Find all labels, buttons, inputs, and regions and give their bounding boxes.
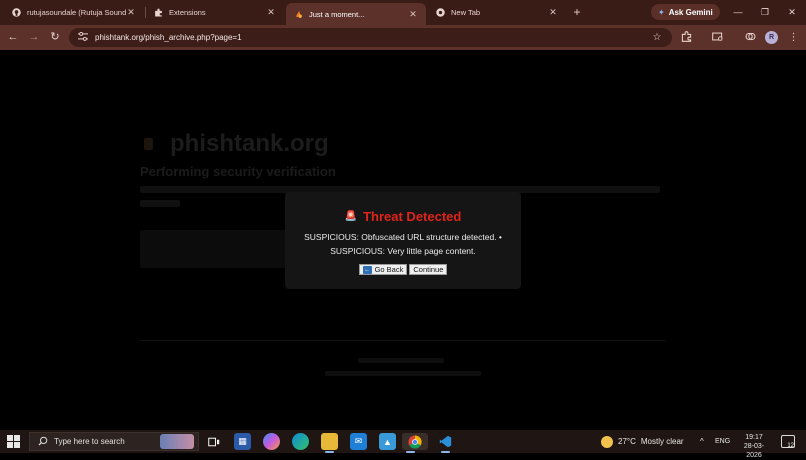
copilot-icon[interactable] (263, 433, 280, 450)
edge-icon[interactable] (292, 433, 309, 450)
dialog-title: 🚨 Threat Detected (285, 209, 521, 224)
forward-button[interactable]: → (27, 30, 41, 44)
background-challenge-box (140, 230, 290, 268)
taskbar-search-box[interactable]: Type here to search (29, 432, 199, 451)
file-explorer-icon[interactable] (321, 433, 338, 453)
search-placeholder: Type here to search (54, 437, 125, 446)
language-indicator[interactable]: ENG (715, 430, 730, 453)
photos-icon[interactable]: ▲ (379, 433, 396, 450)
weather-condition: Mostly clear (640, 437, 684, 446)
menu-kebab-icon[interactable]: ⋮ (787, 31, 800, 44)
close-icon[interactable]: ✕ (126, 7, 136, 18)
reload-button[interactable]: ↻ (48, 30, 62, 44)
background-heading: Performing security verification (140, 164, 336, 179)
extensions-icon[interactable] (680, 31, 693, 44)
clock-date: 28-03-2026 (743, 443, 765, 459)
phishtank-logo-icon (144, 138, 153, 150)
background-footer-text (358, 358, 444, 363)
dialog-message-line: SUSPICIOUS: Obfuscated URL structure det… (304, 232, 502, 242)
puzzle-icon (154, 8, 163, 17)
tab-strip: rutujasoundale (Rutuja Soundale) ✕ Exten… (0, 0, 806, 25)
taskbar-clock[interactable]: 19:17 28-03-2026 (737, 433, 771, 460)
ask-gemini-button[interactable]: ✦ Ask Gemini (651, 4, 720, 20)
windows-taskbar: Type here to search ▦ ✉ ▲ 27°C Mostly cl… (0, 430, 806, 459)
tray-overflow-icon[interactable]: ^ (700, 430, 704, 453)
weather-temperature: 27°C (618, 437, 636, 446)
tab-label: Just a moment... (309, 9, 365, 19)
dialog-message-line: SUSPICIOUS: Very little page content. (330, 246, 476, 256)
site-info-icon[interactable] (77, 31, 89, 43)
threat-dialog: 🚨 Threat Detected SUSPICIOUS: Obfuscated… (285, 192, 521, 289)
close-icon[interactable]: ✕ (548, 7, 558, 18)
background-site-logo: phishtank.org (170, 130, 329, 157)
siren-icon: 🚨 (344, 211, 358, 222)
gemini-sparkle-icon: ✦ (658, 7, 665, 17)
search-highlight-icon (160, 434, 194, 449)
close-icon[interactable]: ✕ (266, 7, 276, 18)
ask-gemini-label: Ask Gemini (668, 7, 713, 17)
mail-icon[interactable]: ✉ (350, 433, 367, 450)
tab-just-a-moment[interactable]: Just a moment... ✕ (286, 3, 426, 25)
github-icon (12, 8, 21, 17)
profile-avatar[interactable]: R (765, 31, 778, 44)
tab-extensions[interactable]: Extensions ✕ (146, 3, 284, 22)
continue-button[interactable]: Continue (409, 264, 448, 275)
weather-widget[interactable]: 27°C Mostly clear (601, 430, 684, 453)
browser-toolbar: ← → ↻ phishtank.org/phish_archive.php?pa… (0, 25, 806, 50)
task-view-icon[interactable] (205, 433, 222, 450)
address-bar[interactable]: phishtank.org/phish_archive.php?page=1 ☆ (69, 28, 672, 47)
dialog-title-text: Threat Detected (363, 209, 462, 224)
go-back-label: Go Back (374, 265, 404, 274)
background-footer-divider (140, 340, 666, 341)
restore-button[interactable]: ❐ (757, 4, 773, 20)
microsoft-store-icon[interactable]: ▦ (234, 433, 251, 450)
url-text[interactable]: phishtank.org/phish_archive.php?page=1 (95, 33, 650, 42)
notification-count: 12 (787, 443, 794, 449)
back-button[interactable]: ← (6, 30, 20, 44)
notification-center-icon[interactable]: 12 (781, 435, 795, 449)
close-window-button[interactable]: ✕ (784, 4, 800, 20)
tab-new-tab[interactable]: New Tab ✕ (428, 3, 566, 22)
tab-label: Extensions (169, 8, 206, 17)
tab-label: New Tab (451, 8, 481, 17)
clock-time: 19:17 (745, 434, 763, 441)
chrome-labs-icon[interactable] (744, 31, 757, 44)
new-tab-button[interactable]: + (570, 5, 584, 19)
tab-label: rutujasoundale (Rutuja Soundale) (27, 8, 126, 17)
background-footer-text (325, 371, 481, 376)
windows-start-icon[interactable] (7, 435, 20, 448)
dialog-actions: ← Go Back Continue (285, 264, 521, 275)
minimize-button[interactable]: — (730, 4, 746, 20)
chrome-taskbar-icon[interactable] (402, 433, 428, 453)
bookmark-star-icon[interactable]: ☆ (650, 32, 664, 43)
back-arrow-icon: ← (362, 265, 372, 274)
continue-label: Continue (413, 265, 444, 274)
chrome-icon (436, 8, 445, 17)
vscode-icon[interactable] (437, 433, 454, 453)
cloudflare-icon (294, 10, 303, 19)
weather-moon-icon (601, 435, 613, 448)
tab-search-icon[interactable] (711, 31, 724, 44)
background-text-line (140, 200, 180, 207)
close-icon[interactable]: ✕ (408, 9, 418, 20)
search-icon (36, 436, 50, 448)
go-back-button[interactable]: ← Go Back (358, 264, 408, 275)
tab-github[interactable]: rutujasoundale (Rutuja Soundale) ✕ (4, 3, 144, 22)
